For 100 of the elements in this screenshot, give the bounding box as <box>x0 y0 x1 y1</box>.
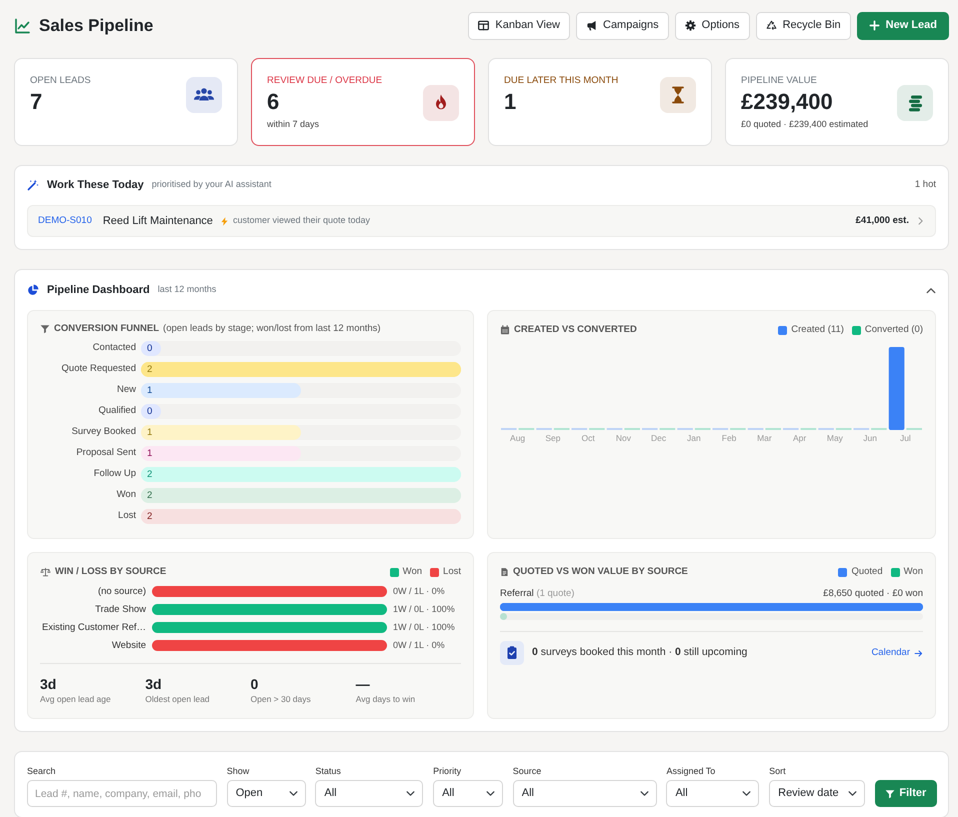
chart-bar <box>660 428 676 430</box>
lead-value: £41,000 est. <box>856 214 909 228</box>
select-field[interactable]: All <box>666 780 760 807</box>
stage-label: New <box>116 383 137 398</box>
surveys-summary: 0 surveys booked this month · 0 still upcoming <box>532 645 748 660</box>
chart-bar <box>606 428 622 430</box>
stat-label: REVIEW DUE / OVERDUE <box>267 75 382 87</box>
lightning-icon <box>220 216 229 226</box>
legend-label: Created (11) <box>791 323 844 337</box>
select-field[interactable]: Open <box>226 780 306 807</box>
stage-count: 1 <box>147 385 152 396</box>
source-note: (1 quote) <box>536 588 574 600</box>
select-field[interactable]: All <box>512 780 657 807</box>
month-label: Aug <box>510 433 526 444</box>
field-label: Source <box>512 765 542 777</box>
recycle-icon <box>766 20 777 31</box>
stage-label: Qualified <box>98 404 137 418</box>
month-label: Sep <box>545 433 560 444</box>
panel-title: CONVERSION FUNNEL <box>54 323 160 335</box>
month-label: Dec <box>651 433 666 444</box>
gear-icon <box>684 20 696 31</box>
select-field[interactable]: All <box>315 780 424 807</box>
section-title: Pipeline Dashboard <box>47 282 150 298</box>
calendar-icon <box>500 325 510 336</box>
metric-value: — <box>356 676 371 694</box>
recycle-bin-button[interactable]: Recycle Bin <box>756 12 851 40</box>
stage-count: 2 <box>147 364 152 375</box>
source-label: Trade Show <box>94 602 147 617</box>
source-label: Website <box>110 638 147 653</box>
chart-bar <box>642 428 658 430</box>
stage-label: Follow Up <box>92 467 137 482</box>
legend-label: Won <box>402 565 422 579</box>
columns-icon <box>478 20 490 31</box>
scale-icon <box>40 567 51 578</box>
section-subtitle: last 12 months <box>158 283 216 296</box>
stage-count: 1 <box>147 448 152 459</box>
panel-title: WIN / LOSS BY SOURCE <box>55 566 166 578</box>
lead-row[interactable]: DEMO-S010 Reed Lift Maintenance customer viewed their quote today £41,000 est. <box>27 205 936 237</box>
search-field[interactable]: Lead #, name, company, email, pho <box>27 780 217 807</box>
legend-label: Lost <box>443 565 461 579</box>
select-field[interactable]: All <box>433 780 504 807</box>
month-label: Oct <box>581 433 595 444</box>
stage-count: 2 <box>147 469 152 480</box>
stat-label: DUE LATER THIS MONTH <box>504 75 618 87</box>
stage-label: Lost <box>117 509 137 524</box>
metric-label: Avg days to win <box>356 694 416 706</box>
chevron-right-icon <box>916 216 925 226</box>
chevron-up-icon[interactable] <box>926 286 936 294</box>
chart-bar <box>589 428 605 430</box>
new-lead-button[interactable]: New Lead <box>856 12 949 40</box>
campaigns-button[interactable]: Campaigns <box>576 12 669 40</box>
magic-wand-icon <box>27 179 39 191</box>
stage-count: 0 <box>147 406 152 417</box>
arrow-right-icon <box>914 648 923 658</box>
stage-count: 2 <box>147 511 152 522</box>
source-label: (no source) <box>96 584 147 599</box>
source-summary: £8,650 quoted · £0 won <box>823 588 923 600</box>
select-field[interactable]: Review date <box>769 780 866 807</box>
fire-icon <box>423 84 459 120</box>
chart-bar <box>783 428 799 430</box>
chart-bar <box>818 428 834 430</box>
legend-label: Quoted <box>851 565 883 579</box>
win-loss-result: 1W / 0L · 100% <box>392 621 456 634</box>
people-icon <box>186 77 222 113</box>
month-label: Jan <box>687 433 701 444</box>
month-label: Jun <box>863 433 877 444</box>
options-button[interactable]: Options <box>674 12 750 40</box>
chart-bar <box>730 428 746 430</box>
win-loss-result: 0W / 1L · 0% <box>392 639 446 652</box>
stat-value: 7 <box>30 88 44 115</box>
chart-bar <box>554 428 570 430</box>
stage-label: Contacted <box>92 341 137 356</box>
stage-count: 0 <box>147 343 152 354</box>
lead-number-link[interactable]: DEMO-S010 <box>38 214 92 228</box>
section-title: Work These Today <box>47 178 144 193</box>
panel-title: QUOTED VS WON VALUE BY SOURCE <box>513 566 688 578</box>
metric-value: 3d <box>145 676 163 694</box>
month-label: Nov <box>616 433 631 444</box>
stat-label: OPEN LEADS <box>30 75 91 87</box>
chart-bar <box>871 428 887 430</box>
kanban-view-button[interactable]: Kanban View <box>468 12 570 40</box>
month-label: Jul <box>900 433 911 444</box>
win-loss-result: 0W / 1L · 0% <box>392 585 446 598</box>
field-label: Priority <box>433 765 462 777</box>
month-label: Mar <box>757 433 772 444</box>
calendar-link[interactable]: Calendar <box>871 646 923 660</box>
metric-label: Open > 30 days <box>250 694 312 706</box>
lead-name: Reed Lift Maintenance <box>102 214 213 229</box>
panel-note: (open leads by stage; won/lost from last 12 months) <box>163 323 381 335</box>
page-title: Sales Pipeline <box>39 14 154 36</box>
legend-label: Won <box>904 565 923 579</box>
win-loss-result: 1W / 0L · 100% <box>392 603 456 616</box>
chart-bar <box>501 428 517 430</box>
metric-label: Oldest open lead <box>145 694 211 706</box>
chart-bar <box>572 428 588 430</box>
funnel-icon <box>885 788 896 798</box>
chart-bar <box>854 428 870 430</box>
filter-button[interactable]: Filter <box>874 780 937 807</box>
chart-bar <box>748 428 764 430</box>
source-label: Existing Customer Ref… <box>40 620 147 635</box>
